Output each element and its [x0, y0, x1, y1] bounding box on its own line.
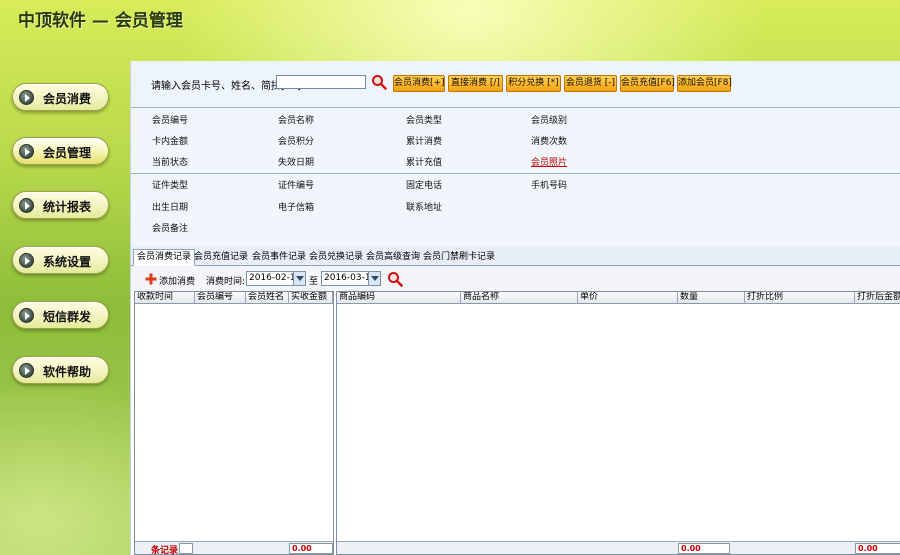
field-id-number: 证件编号 [278, 181, 315, 191]
app-title: 中顶软件 — 会员管理 [18, 11, 183, 31]
field-member-name: 会员名称 [278, 116, 315, 126]
col-product-name[interactable]: 商品名称 [461, 292, 578, 304]
play-icon [19, 363, 34, 378]
search-icon[interactable] [371, 74, 387, 90]
field-member-notes: 会员备注 [152, 224, 189, 234]
grid-footer: 0.00 0.00 [337, 541, 900, 554]
field-address: 联系地址 [406, 203, 443, 213]
field-member-level: 会员级别 [531, 116, 568, 126]
nav-label: 短信群发 [43, 310, 92, 324]
col-paid-amount[interactable]: 实收金额 [289, 292, 333, 304]
field-expiry-date: 失效日期 [278, 158, 315, 168]
divider [131, 107, 900, 108]
field-mobile: 手机号码 [531, 181, 568, 191]
consumption-grid[interactable]: 收款时间 会员编号 会员姓名 实收金额 条记录 0.00 [134, 291, 334, 555]
nav-settings[interactable]: 系统设置 [12, 246, 109, 274]
play-icon [19, 198, 34, 213]
search-icon[interactable] [387, 271, 403, 287]
nav-label: 会员管理 [43, 146, 92, 160]
col-member-name[interactable]: 会员姓名 [246, 292, 289, 304]
nav-label: 系统设置 [43, 255, 92, 269]
field-card-balance: 卡内金额 [152, 137, 189, 147]
grid-header: 商品编码 商品名称 单价 数量 打折比例 打折后金额 [337, 292, 900, 304]
search-input[interactable] [276, 75, 366, 89]
field-total-recharge: 累计充值 [406, 158, 443, 168]
tab-consumption-records[interactable]: 会员消费记录 [133, 249, 196, 266]
field-total-consumption: 累计消费 [406, 137, 443, 147]
date-to-picker[interactable]: 2016-03-15 [321, 271, 381, 286]
footer-total: 0.00 [855, 543, 900, 554]
add-member-button[interactable]: 添加会员[F8] [677, 75, 732, 92]
col-unit-price[interactable]: 单价 [578, 292, 678, 304]
field-consumption-count: 消费次数 [531, 137, 568, 147]
nav-member-consumption[interactable]: 会员消费 [12, 83, 109, 111]
col-member-id[interactable]: 会员编号 [195, 292, 246, 304]
points-exchange-button[interactable]: 积分兑换 [*] [506, 75, 561, 92]
play-icon [19, 144, 34, 159]
member-consumption-button[interactable]: 会员消费[+] [393, 75, 445, 92]
field-id-type: 证件类型 [152, 181, 189, 191]
field-member-id: 会员编号 [152, 116, 189, 126]
add-icon[interactable] [145, 273, 157, 285]
grid-footer: 条记录 0.00 [135, 541, 333, 555]
records-panel: 添加消费 消费时间: 2016-02-13 至 2016-03-15 收款时间 … [131, 267, 900, 555]
play-icon [19, 308, 34, 323]
tab-recharge-records[interactable]: 会员充值记录 [190, 249, 252, 266]
col-product-code[interactable]: 商品编码 [337, 292, 461, 304]
record-tabs: 会员消费记录 会员充值记录 会员事件记录 会员兑换记录 会员高级查询 会员门禁刷… [131, 247, 900, 266]
play-icon [19, 90, 34, 105]
nav-member-management[interactable]: 会员管理 [12, 137, 109, 165]
member-recharge-button[interactable]: 会员充值[F6] [620, 75, 675, 92]
product-grid[interactable]: 商品编码 商品名称 单价 数量 打折比例 打折后金额 0.00 0.00 [336, 291, 900, 555]
direct-consumption-button[interactable]: 直接消费 [/] [448, 75, 503, 92]
col-quantity[interactable]: 数量 [678, 292, 745, 304]
field-member-points: 会员积分 [278, 137, 315, 147]
member-return-button[interactable]: 会员退货 [-] [564, 75, 617, 92]
field-member-type: 会员类型 [406, 116, 443, 126]
tab-access-card-records[interactable]: 会员门禁刷卡记录 [419, 249, 499, 266]
tab-exchange-records[interactable]: 会员兑换记录 [305, 249, 367, 266]
search-bar: 请输入会员卡号、姓名、简拼[F3] 会员消费[+] 直接消费 [/] 积分兑换 … [131, 61, 900, 106]
member-photo-link[interactable]: 会员照片 [531, 155, 567, 168]
field-current-status: 当前状态 [152, 158, 189, 168]
to-label: 至 [309, 277, 319, 287]
records-toolbar: 添加消费 消费时间: 2016-02-13 至 2016-03-15 [131, 267, 900, 291]
tab-event-records[interactable]: 会员事件记录 [248, 249, 310, 266]
add-consumption-button[interactable]: 添加消费 [159, 274, 195, 287]
chevron-down-icon[interactable] [293, 272, 305, 285]
chevron-down-icon[interactable] [368, 272, 380, 285]
nav-label: 统计报表 [43, 200, 92, 214]
col-receipt-time[interactable]: 收款时间 [135, 292, 195, 304]
grid-header: 收款时间 会员编号 会员姓名 实收金额 [135, 292, 333, 304]
play-icon [19, 253, 34, 268]
record-count-label: 条记录 [151, 546, 179, 555]
nav-label: 软件帮助 [43, 365, 92, 379]
main-panel: 请输入会员卡号、姓名、简拼[F3] 会员消费[+] 直接消费 [/] 积分兑换 … [130, 61, 900, 555]
field-email: 电子信箱 [278, 203, 315, 213]
tab-advanced-query[interactable]: 会员高级查询 [362, 249, 424, 266]
nav-reports[interactable]: 统计报表 [12, 191, 109, 219]
col-discounted-amount[interactable]: 打折后金额 [855, 292, 900, 304]
nav-sms[interactable]: 短信群发 [12, 301, 109, 329]
nav-help[interactable]: 软件帮助 [12, 356, 109, 384]
field-landline: 固定电话 [406, 181, 443, 191]
date-label: 消费时间: [206, 277, 246, 287]
date-from-picker[interactable]: 2016-02-13 [246, 271, 306, 286]
field-birth-date: 出生日期 [152, 203, 189, 213]
col-discount-rate[interactable]: 打折比例 [745, 292, 855, 304]
member-info: 会员编号 会员名称 会员类型 会员级别 卡内金额 会员积分 累计消费 消费次数 … [131, 107, 900, 245]
divider [131, 173, 900, 174]
footer-total: 0.00 [289, 543, 333, 554]
footer-cell [179, 543, 193, 554]
nav-label: 会员消费 [43, 92, 92, 106]
footer-quantity: 0.00 [678, 543, 730, 554]
